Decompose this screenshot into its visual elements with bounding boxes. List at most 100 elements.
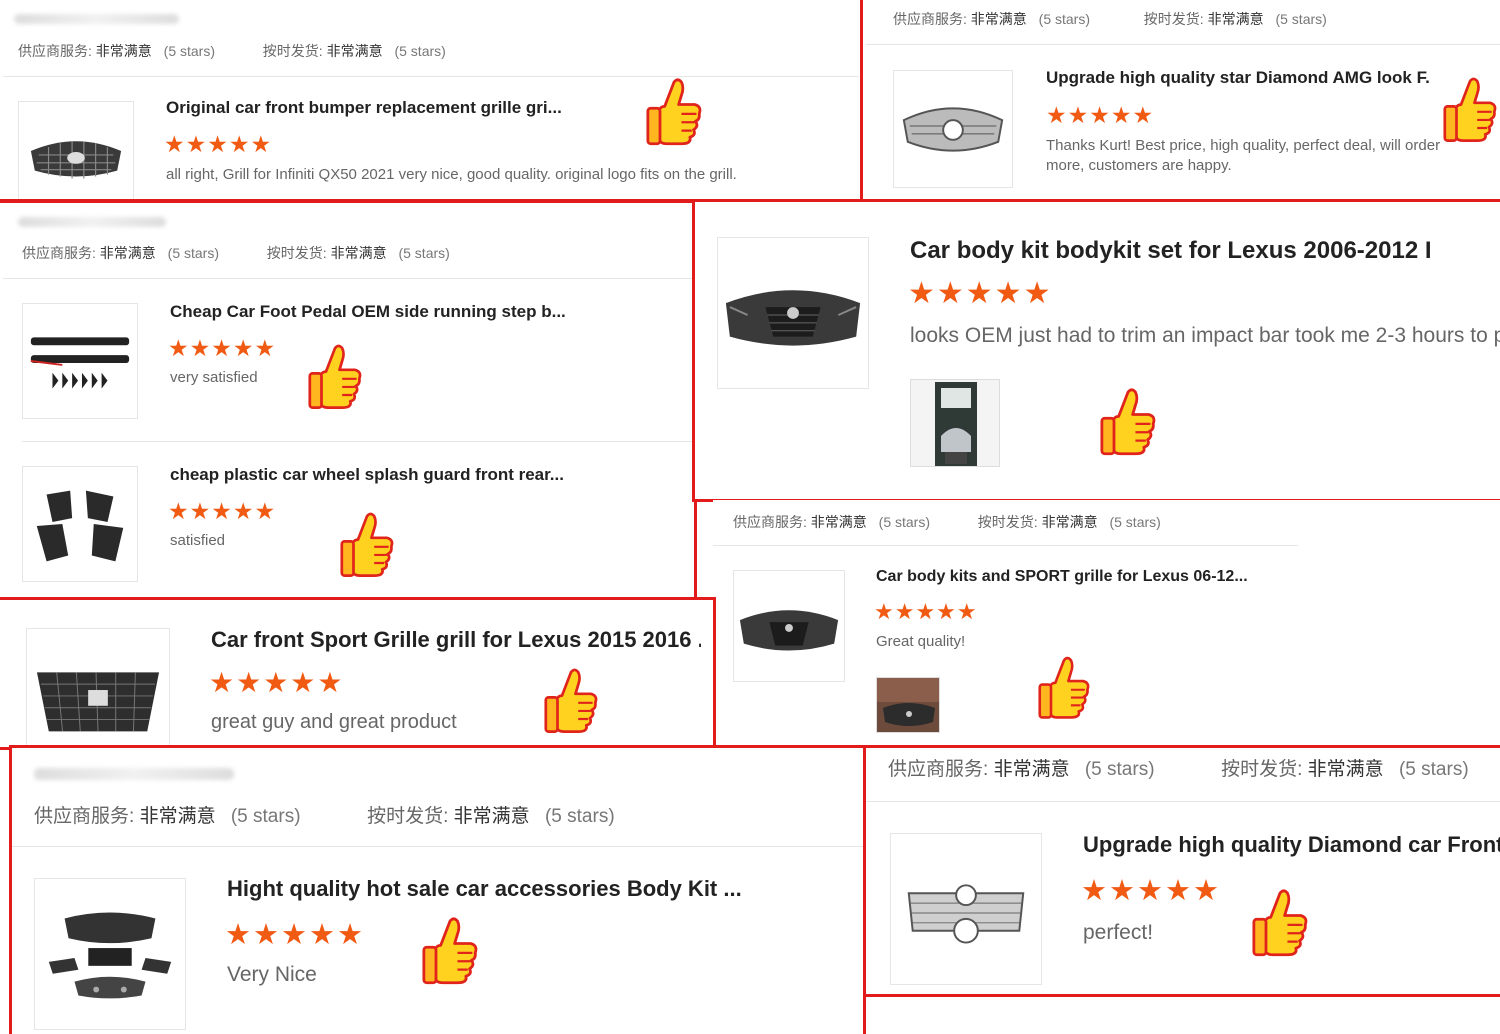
review-card-lexus-sport-grille: 供应商服务: 非常满意 (5 stars) 按时发货: 非常满意 (5 star… [713, 500, 1500, 748]
shipping-stars: (5 stars) [1109, 514, 1161, 530]
product-image[interactable] [22, 466, 138, 582]
shipping-stars: (5 stars) [1275, 11, 1327, 27]
thumbs-up-icon [308, 343, 362, 411]
review-meta: 供应商服务: 非常满意 (5 stars) 按时发货: 非常满意 (5 star… [888, 754, 1469, 781]
product-title[interactable]: Original car front bumper replacement gr… [166, 98, 606, 118]
rating-stars: ★★★★★ [168, 498, 277, 524]
thumbs-up-icon [340, 511, 394, 579]
product-image[interactable] [733, 570, 845, 682]
rating-stars: ★★★★★ [164, 131, 273, 157]
product-title[interactable]: Car body kit bodykit set for Lexus 2006-… [910, 237, 1430, 265]
supplier-service-stars: (5 stars) [230, 806, 301, 827]
review-card-amg-grille: 供应商服务: 非常满意 (5 stars) 按时发货: 非常满意 (5 star… [860, 0, 1500, 203]
product-title[interactable]: Car front Sport Grille grill for Lexus 2… [211, 627, 701, 653]
supplier-service-label: 供应商服务: [888, 759, 989, 780]
shipping-label: 按时发货: [367, 806, 449, 827]
product-image[interactable] [34, 878, 186, 1030]
supplier-service-stars: (5 stars) [163, 43, 216, 59]
review-comment: Thanks Kurt! Best price, high quality, p… [1046, 137, 1441, 174]
shipping-value: 非常满意 [330, 245, 387, 261]
product-title[interactable]: Car body kits and SPORT grille for Lexus… [876, 568, 1276, 586]
thumbs-up-icon [1038, 655, 1090, 721]
reviewer-name-blurred [14, 14, 179, 24]
supplier-service-label: 供应商服务: [893, 11, 967, 27]
review-meta: 供应商服务: 非常满意 (5 stars) 按时发货: 非常满意 (5 star… [18, 41, 446, 61]
supplier-service-stars: (5 stars) [167, 245, 220, 261]
thumbs-up-icon [422, 916, 478, 986]
product-title[interactable]: cheap plastic car wheel splash guard fro… [170, 465, 570, 485]
shipping-stars: (5 stars) [544, 806, 615, 827]
supplier-service-stars: (5 stars) [878, 514, 931, 530]
rating-stars: ★★★★★ [209, 667, 345, 698]
review-card-lexus-2015-grille: Car front Sport Grille grill for Lexus 2… [0, 597, 716, 750]
supplier-service-label: 供应商服务: [733, 514, 807, 530]
supplier-service-value: 非常满意 [99, 245, 156, 261]
thumbs-up-icon [1100, 387, 1156, 457]
review-card-pedal-splash: 供应商服务: 非常满意 (5 stars) 按时发货: 非常满意 (5 star… [0, 200, 697, 600]
supplier-service-label: 供应商服务: [18, 43, 92, 59]
reviewer-name-blurred [34, 768, 234, 780]
shipping-stars: (5 stars) [394, 43, 446, 59]
product-title[interactable]: Cheap Car Foot Pedal OEM side running st… [170, 302, 570, 322]
supplier-service-stars: (5 stars) [1084, 759, 1155, 780]
reviewer-name-blurred [18, 217, 166, 227]
rating-stars: ★★★★★ [225, 919, 365, 951]
review-comment: Very Nice [227, 963, 317, 986]
review-card-lexus-bodykit: Car body kit bodykit set for Lexus 2006-… [692, 199, 1500, 502]
product-image[interactable] [717, 237, 869, 389]
shipping-value: 非常满意 [1041, 514, 1098, 530]
review-card-infiniti-grille: 供应商服务: 非常满意 (5 stars) 按时发货: 非常满意 (5 star… [0, 0, 863, 202]
product-title[interactable]: Hight quality hot sale car accessories B… [227, 876, 747, 902]
supplier-service-label: 供应商服务: [34, 806, 135, 827]
supplier-service-value: 非常满意 [970, 11, 1027, 27]
supplier-service-value: 非常满意 [95, 43, 152, 59]
shipping-label: 按时发货: [977, 514, 1038, 530]
supplier-service-label: 供应商服务: [22, 245, 96, 261]
shipping-stars: (5 stars) [1398, 759, 1469, 780]
product-title[interactable]: Upgrade high quality Diamond car Front [1083, 832, 1500, 858]
review-comment: perfect! [1083, 921, 1154, 944]
shipping-label: 按时发货: [1143, 11, 1204, 27]
review-comment: great guy and great product [211, 711, 457, 733]
product-image[interactable] [893, 70, 1013, 188]
rating-stars: ★★★★★ [168, 335, 277, 361]
product-image[interactable] [22, 303, 138, 419]
review-comment: Great quality! [876, 633, 966, 650]
review-comment: looks OEM just had to trim an impact bar… [910, 324, 1500, 347]
product-image[interactable] [26, 628, 170, 747]
review-photo[interactable] [876, 677, 940, 733]
shipping-label: 按时发货: [1221, 759, 1303, 780]
rating-stars: ★★★★★ [1081, 875, 1221, 907]
shipping-value: 非常满意 [1207, 11, 1264, 27]
product-title[interactable]: Upgrade high quality star Diamond AMG lo… [1046, 68, 1466, 88]
shipping-label: 按时发货: [262, 43, 323, 59]
review-comment: all right, Grill for Infiniti QX50 2021 … [166, 166, 737, 183]
shipping-value: 非常满意 [1307, 759, 1384, 780]
review-comment: very satisfied [170, 369, 258, 386]
review-card-body-kit: 供应商服务: 非常满意 (5 stars) 按时发货: 非常满意 (5 star… [9, 745, 866, 1034]
shipping-stars: (5 stars) [398, 245, 450, 261]
thumbs-up-icon [646, 78, 702, 146]
rating-stars: ★★★★★ [908, 277, 1053, 310]
review-meta: 供应商服务: 非常满意 (5 stars) 按时发货: 非常满意 (5 star… [22, 243, 450, 263]
product-image[interactable] [18, 101, 134, 199]
thumbs-up-icon [1252, 888, 1308, 958]
shipping-label: 按时发货: [266, 245, 327, 261]
shipping-value: 非常满意 [326, 43, 383, 59]
review-comment: satisfied [170, 532, 226, 549]
thumbs-up-icon [1443, 76, 1497, 144]
thumbs-up-icon [544, 666, 598, 736]
product-image[interactable] [890, 833, 1042, 985]
supplier-service-stars: (5 stars) [1038, 11, 1091, 27]
supplier-service-value: 非常满意 [810, 514, 867, 530]
review-meta: 供应商服务: 非常满意 (5 stars) 按时发货: 非常满意 (5 star… [34, 801, 615, 828]
review-meta: 供应商服务: 非常满意 (5 stars) 按时发货: 非常满意 (5 star… [733, 512, 1161, 532]
supplier-service-value: 非常满意 [139, 806, 216, 827]
rating-stars: ★★★★★ [1046, 102, 1155, 128]
review-card-diamond-grille: 供应商服务: 非常满意 (5 stars) 按时发货: 非常满意 (5 star… [863, 745, 1500, 997]
supplier-service-value: 非常满意 [993, 759, 1070, 780]
review-meta: 供应商服务: 非常满意 (5 stars) 按时发货: 非常满意 (5 star… [893, 9, 1327, 29]
review-photo[interactable] [910, 379, 1000, 467]
shipping-value: 非常满意 [453, 806, 530, 827]
rating-stars: ★★★★★ [874, 599, 978, 624]
